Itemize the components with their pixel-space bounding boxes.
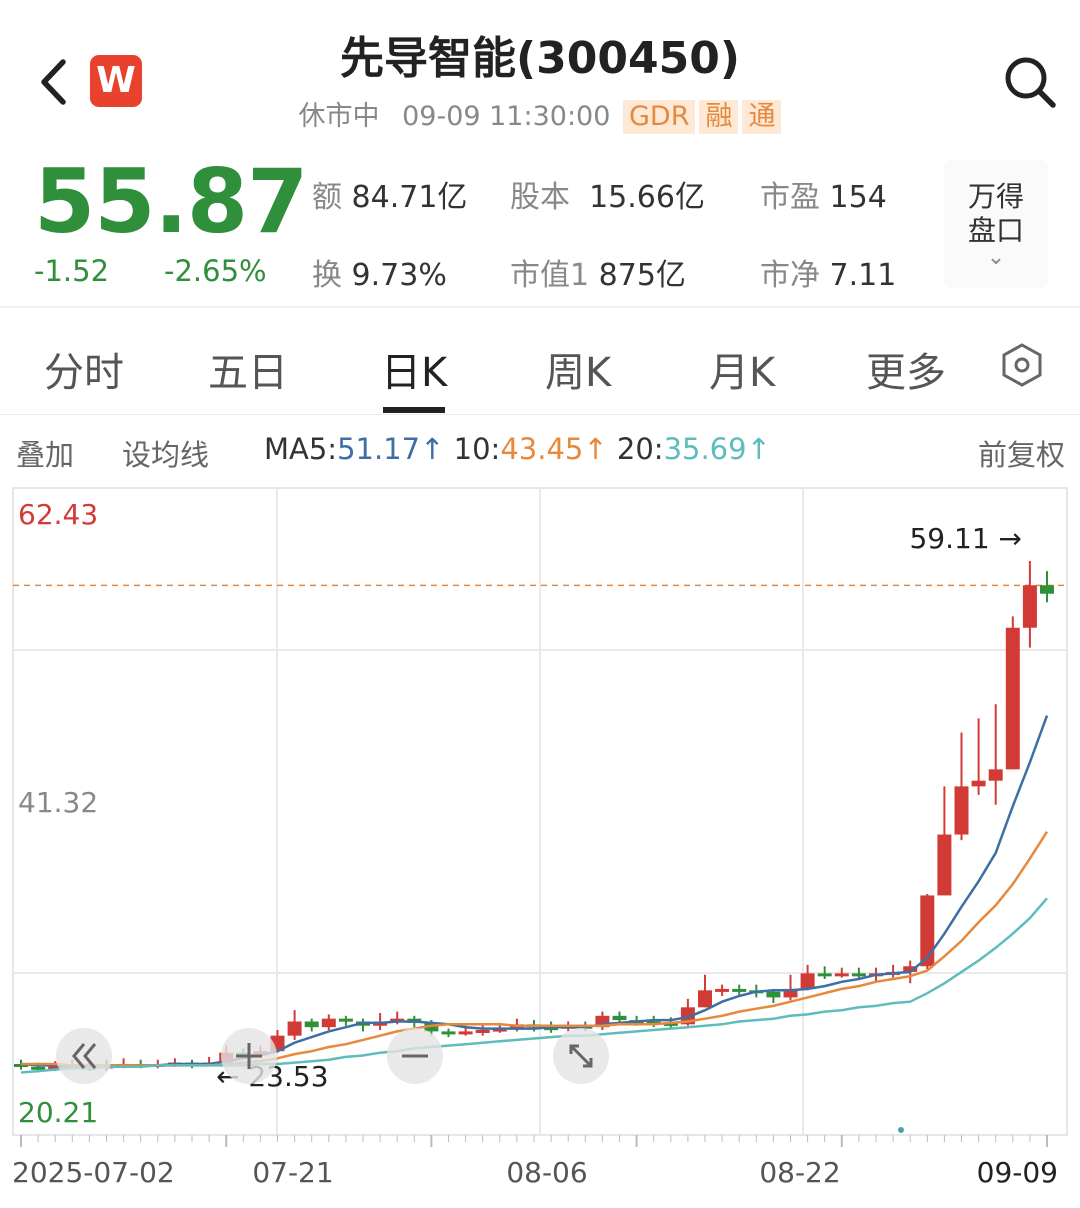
overlay-button[interactable]: 叠加 xyxy=(16,432,74,474)
price-change: -1.52 xyxy=(34,254,110,288)
active-tab-indicator xyxy=(383,407,445,413)
date-label: 07-21 xyxy=(252,1156,333,1189)
candle-body xyxy=(954,786,969,835)
moving-average-lines xyxy=(20,715,1049,1074)
wind-order-book-button[interactable]: 万得 盘口 ⌄ xyxy=(944,160,1048,288)
candle-body xyxy=(612,1015,627,1021)
section-divider xyxy=(0,306,1080,308)
candle-body xyxy=(698,990,712,1008)
price-axis-min: 20.21 xyxy=(18,1096,98,1129)
price-axis-max: 62.43 xyxy=(18,498,98,531)
candlesticks xyxy=(14,561,1054,1073)
candle-body xyxy=(287,1021,302,1036)
stat-pb: 市净 7.11 xyxy=(760,258,897,293)
candle-body xyxy=(817,973,832,977)
candle-body xyxy=(732,988,747,992)
candle xyxy=(783,974,798,1001)
candle-body xyxy=(458,1031,473,1035)
candle xyxy=(595,1011,610,1030)
settings-hexagon-icon[interactable] xyxy=(1000,342,1044,388)
candle-body xyxy=(920,895,935,967)
scroll-left-button[interactable] xyxy=(56,1028,112,1084)
date-label: 08-22 xyxy=(759,1156,840,1189)
last-price: 55.87 xyxy=(34,150,308,253)
candle-body xyxy=(971,780,986,787)
date-label: 09-09 xyxy=(977,1156,1058,1189)
tab-more[interactable]: 更多 xyxy=(866,340,946,398)
tag-margin[interactable]: 融 xyxy=(699,100,739,134)
market-status: 休市中 xyxy=(298,101,380,132)
candle-body xyxy=(1005,627,1020,770)
candle-body xyxy=(31,1066,46,1070)
high-annotation: 59.11 → xyxy=(909,522,1022,555)
candle xyxy=(441,1028,456,1038)
candle-body xyxy=(851,973,866,977)
tab-five-day[interactable]: 五日 xyxy=(208,340,288,398)
event-marker-dot xyxy=(898,1127,904,1133)
tag-gdr[interactable]: GDR xyxy=(623,100,696,134)
candle-body xyxy=(834,973,849,977)
ma-line-ma20 xyxy=(20,897,1048,1074)
candle-body xyxy=(766,991,781,998)
candle-body xyxy=(1040,585,1054,594)
zoom-out-button[interactable] xyxy=(387,1028,443,1084)
candle-body xyxy=(1022,585,1037,628)
candle-body xyxy=(937,834,952,896)
candle-body xyxy=(304,1021,319,1028)
candle-body xyxy=(715,988,730,992)
date-label: 2025-07-02 xyxy=(12,1156,175,1189)
market-status-line: 休市中 09-09 11:30:00 GDR 融通 xyxy=(200,94,880,134)
candle xyxy=(1005,616,1020,770)
candle xyxy=(287,1010,302,1040)
stat-share-capital: 股本 15.66亿 xyxy=(510,180,705,215)
moving-average-readout: MA5:51.17↑ 10:43.45↑ 20:35.69↑ xyxy=(264,432,771,466)
candle xyxy=(715,984,730,996)
stat-amount: 额 84.71亿 xyxy=(312,180,468,215)
tab-monthly-k[interactable]: 月K xyxy=(709,340,775,398)
kline-chart[interactable]: 62.43 41.32 20.21 59.11 → ← 23.53 2025-0… xyxy=(0,480,1080,1208)
stat-turnover: 换 9.73% xyxy=(312,258,447,293)
stat-pe: 市盈 154 xyxy=(760,180,887,215)
price-change-percent: -2.65% xyxy=(164,254,267,288)
candle-body xyxy=(800,973,815,989)
chevron-down-icon: ⌄ xyxy=(986,245,1006,270)
ma-setting-button[interactable]: 设均线 xyxy=(122,432,209,474)
candle-body xyxy=(475,1029,490,1033)
tab-daily-k[interactable]: 日K xyxy=(381,340,447,398)
candle xyxy=(304,1018,319,1032)
candle xyxy=(1022,561,1037,648)
tag-connect[interactable]: 通 xyxy=(742,100,782,134)
candle xyxy=(698,974,712,1008)
candle xyxy=(954,732,969,841)
date-ticks xyxy=(20,1135,1048,1147)
candle xyxy=(971,718,986,795)
tab-weekly-k[interactable]: 周K xyxy=(545,340,611,398)
fullscreen-button[interactable] xyxy=(553,1028,609,1084)
date-axis: 2025-07-02 07-21 08-06 08-22 09-09 xyxy=(12,1156,1058,1189)
stock-title: 先导智能(300450) xyxy=(340,33,740,84)
candle-body xyxy=(441,1031,456,1035)
zoom-in-button[interactable] xyxy=(221,1028,277,1084)
tab-intraday[interactable]: 分时 xyxy=(44,340,124,398)
candle xyxy=(338,1015,353,1026)
back-chevron-icon[interactable] xyxy=(30,52,80,112)
candle xyxy=(886,964,901,978)
price-adjust-button[interactable]: 前复权 xyxy=(978,432,1065,474)
candle xyxy=(988,704,1003,805)
wind-logo-icon[interactable]: W xyxy=(90,55,142,107)
candle-body xyxy=(321,1018,336,1028)
tabs-divider xyxy=(0,414,1080,415)
candle-body xyxy=(338,1018,353,1022)
candle xyxy=(475,1024,490,1036)
candle xyxy=(1040,571,1054,603)
search-icon[interactable] xyxy=(1000,52,1060,112)
candle-body xyxy=(988,769,1003,781)
ma-line-ma5 xyxy=(20,715,1049,1069)
quote-datetime: 09-09 11:30:00 xyxy=(402,101,611,132)
candle xyxy=(937,786,952,896)
price-axis-mid: 41.32 xyxy=(18,786,98,819)
candle xyxy=(321,1014,336,1030)
stat-market-cap: 市值1 875亿 xyxy=(510,258,686,293)
date-label: 08-06 xyxy=(506,1156,587,1189)
